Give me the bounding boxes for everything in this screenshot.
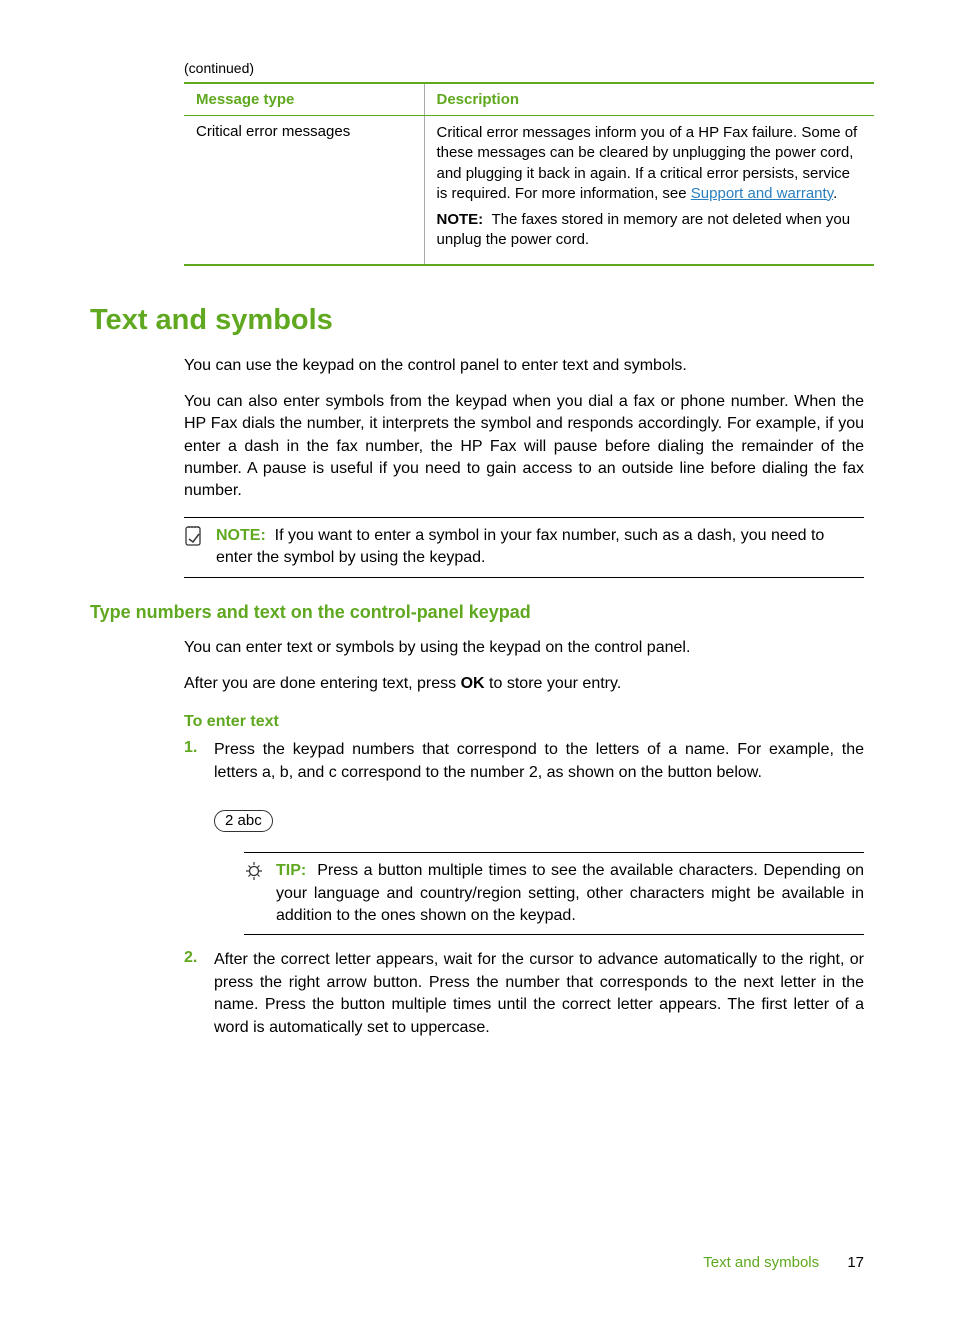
list-item: 1. Press the keypad numbers that corresp… [184, 739, 864, 784]
note-label: NOTE: [216, 527, 266, 544]
tip-icon [244, 860, 266, 889]
step-text: After the correct letter appears, wait f… [214, 951, 864, 1035]
footer-section-name: Text and symbols [703, 1254, 819, 1271]
continued-label: (continued) [184, 60, 864, 76]
table-cell-message-type: Critical error messages [184, 116, 424, 265]
step-number: 2. [184, 949, 214, 1039]
page-footer: Text and symbols 17 [703, 1254, 864, 1271]
ordered-list-continued: TIP: Press a button multiple times to se… [184, 852, 864, 1039]
step-text: Press the keypad numbers that correspond… [214, 741, 864, 780]
heading-type-numbers: Type numbers and text on the control-pan… [90, 602, 864, 623]
step-number: 1. [184, 739, 214, 784]
tip-body: Press a button multiple times to see the… [276, 862, 864, 924]
heading-text-and-symbols: Text and symbols [90, 304, 864, 337]
note-text: The faxes stored in memory are not delet… [437, 211, 851, 248]
paragraph: After you are done entering text, press … [184, 673, 864, 695]
list-item: 2. After the correct letter appears, wai… [184, 949, 864, 1039]
note-body: If you want to enter a symbol in your fa… [216, 527, 824, 566]
ordered-list: 1. Press the keypad numbers that corresp… [184, 739, 864, 784]
note-icon [184, 525, 206, 552]
tip-label: TIP: [276, 862, 306, 879]
table-row: Critical error messages Critical error m… [184, 116, 874, 265]
text-fragment: to store your entry. [485, 675, 622, 692]
message-table: Message type Description Critical error … [184, 82, 874, 266]
table-cell-description: Critical error messages inform you of a … [424, 116, 874, 265]
tip-callout: TIP: Press a button multiple times to se… [244, 852, 864, 935]
ok-key-label: OK [461, 675, 485, 692]
note-callout: NOTE: If you want to enter a symbol in y… [184, 517, 864, 578]
paragraph: You can also enter symbols from the keyp… [184, 391, 864, 503]
keypad-button-2abc: 2 abc [214, 810, 273, 832]
footer-page-number: 17 [847, 1254, 864, 1271]
paragraph: You can use the keypad on the control pa… [184, 355, 864, 377]
desc-period: . [833, 185, 837, 202]
text-fragment: After you are done entering text, press [184, 675, 461, 692]
heading-to-enter-text: To enter text [184, 713, 864, 731]
paragraph: You can enter text or symbols by using t… [184, 637, 864, 659]
support-warranty-link[interactable]: Support and warranty [691, 185, 833, 202]
note-label: NOTE: [437, 211, 484, 228]
table-header-message-type: Message type [184, 83, 424, 116]
table-header-description: Description [424, 83, 874, 116]
